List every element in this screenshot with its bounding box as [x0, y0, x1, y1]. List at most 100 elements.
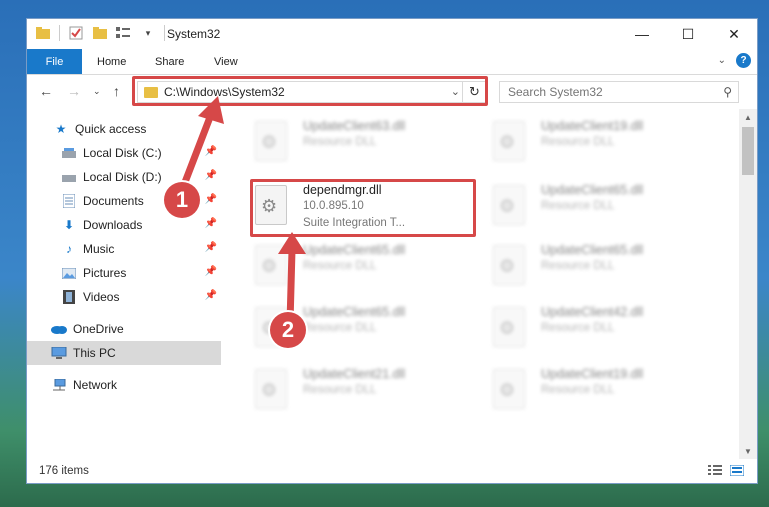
dll-file-icon: ⚙: [255, 121, 287, 161]
cloud-icon: [51, 322, 67, 336]
title-bar: ▾ System32 — ☐ ✕: [27, 19, 757, 49]
search-icon: ⚲: [723, 85, 732, 99]
properties-icon[interactable]: [68, 25, 84, 41]
download-icon: ⬇: [63, 218, 75, 232]
new-folder-icon[interactable]: [92, 25, 108, 41]
step-1-badge: 1: [164, 182, 200, 218]
star-icon: ★: [55, 122, 67, 136]
scroll-thumb[interactable]: [742, 127, 754, 175]
tab-file[interactable]: File: [27, 49, 82, 74]
file-type: Resource DLL: [303, 136, 377, 148]
sidebar-item-pictures[interactable]: Pictures 📌: [27, 261, 221, 285]
tab-view[interactable]: View: [214, 49, 238, 74]
toolbar-divider: [164, 25, 165, 41]
ribbon-tabs: File Home Share View ⌄ ?: [27, 49, 757, 75]
close-button[interactable]: ✕: [711, 19, 757, 49]
list-item[interactable]: ⚙ UpdateClient19.dll Resource DLL: [489, 117, 719, 175]
sidebar-item-label: Local Disk (D:): [83, 170, 162, 184]
recent-locations-icon[interactable]: ⌄: [93, 86, 101, 97]
list-item[interactable]: ⚙ UpdateClient63.dll Resource DLL: [251, 117, 481, 175]
help-icon[interactable]: ?: [736, 53, 751, 68]
customize-toolbar-icon[interactable]: ▾: [140, 25, 156, 41]
videos-icon: [61, 290, 77, 304]
view-toggle: [707, 464, 745, 477]
search-box[interactable]: ⚲: [499, 81, 739, 103]
up-arrow-icon[interactable]: ↑: [113, 83, 120, 99]
back-arrow-icon[interactable]: ←: [39, 83, 53, 99]
toolbar-divider: [59, 25, 60, 41]
sidebar-item-label: Downloads: [83, 218, 143, 232]
music-icon: ♪: [66, 242, 72, 256]
window-title: System32: [167, 27, 221, 41]
details-view-icon[interactable]: [707, 464, 723, 477]
pin-icon[interactable]: 📌: [205, 218, 217, 229]
sidebar-item-label: Local Disk (C:): [83, 146, 162, 160]
step-2-badge: 2: [270, 312, 306, 348]
file-name: UpdateClient42.dll: [541, 305, 644, 319]
sidebar-item-network[interactable]: Network: [27, 373, 221, 397]
documents-icon: [61, 194, 77, 208]
file-name: UpdateClient19.dll: [541, 119, 644, 133]
list-item[interactable]: ⚙ UpdateClient21.dll Resource DLL: [251, 365, 481, 423]
quick-access-toolbar: ▾: [35, 25, 165, 41]
dll-file-icon: ⚙: [493, 369, 525, 409]
list-item[interactable]: ⚙ UpdateClient65.dll Resource DLL: [489, 241, 719, 299]
forward-arrow-icon[interactable]: →: [67, 83, 81, 99]
file-name: UpdateClient65.dll: [541, 243, 644, 257]
view-options-icon[interactable]: [116, 25, 132, 41]
dll-file-icon: ⚙: [493, 121, 525, 161]
drive-icon: [61, 170, 77, 184]
drive-icon: [61, 146, 77, 160]
expand-ribbon-icon[interactable]: ⌄: [718, 55, 726, 66]
ribbon-right-controls: ⌄ ?: [718, 53, 751, 68]
tab-home[interactable]: Home: [97, 49, 126, 74]
file-type: Resource DLL: [303, 384, 377, 396]
computer-icon: [51, 346, 67, 360]
pictures-icon: [61, 266, 77, 280]
search-input[interactable]: [508, 85, 708, 99]
scroll-down-icon[interactable]: ▼: [739, 443, 757, 459]
dll-file-icon: ⚙: [493, 245, 525, 285]
navigation-bar: ← → ⌄ ↑ C:\Windows\System32 ⌄ ↻ ⚲: [27, 75, 757, 109]
list-item[interactable]: ⚙ UpdateClient42.dll Resource DLL: [489, 303, 719, 361]
dll-file-icon: ⚙: [493, 307, 525, 347]
sidebar-item-label: Music: [83, 242, 115, 256]
tiles-view-icon[interactable]: [729, 464, 745, 477]
list-item[interactable]: ⚙ UpdateClient19.dll Resource DLL: [489, 365, 719, 423]
dll-file-icon: ⚙: [255, 369, 287, 409]
vertical-scrollbar[interactable]: ▲ ▼: [739, 109, 757, 459]
sidebar-item-label: Documents: [83, 194, 144, 208]
sidebar-item-label: Pictures: [83, 266, 127, 280]
sidebar-item-this-pc[interactable]: This PC: [27, 341, 221, 365]
dll-file-icon: ⚙: [493, 185, 525, 225]
sidebar-item-label: This PC: [73, 346, 116, 360]
explorer-window: ▾ System32 — ☐ ✕ File Home Share View ⌄ …: [26, 18, 758, 484]
file-name: UpdateClient21.dll: [303, 367, 406, 381]
status-bar: 176 items: [27, 459, 757, 483]
sidebar-item-label: OneDrive: [73, 322, 124, 336]
file-type: Resource DLL: [541, 200, 615, 212]
sidebar-item-label: Network: [73, 378, 118, 392]
tab-share[interactable]: Share: [155, 49, 184, 74]
file-type: Resource DLL: [541, 136, 615, 148]
file-type: Resource DLL: [541, 260, 615, 272]
pin-icon[interactable]: 📌: [205, 242, 217, 253]
file-name: UpdateClient65.dll: [541, 183, 644, 197]
sidebar-item-label: Quick access: [75, 122, 147, 136]
minimize-button[interactable]: —: [619, 19, 665, 49]
file-type: Resource DLL: [541, 384, 615, 396]
sidebar-item-onedrive[interactable]: OneDrive: [27, 317, 221, 341]
scroll-up-icon[interactable]: ▲: [739, 109, 757, 125]
maximize-button[interactable]: ☐: [665, 19, 711, 49]
file-type: Resource DLL: [541, 322, 615, 334]
sidebar-item-downloads[interactable]: ⬇ Downloads 📌: [27, 213, 221, 237]
sidebar-item-label: Videos: [83, 290, 120, 304]
pin-icon[interactable]: 📌: [205, 266, 217, 277]
list-item[interactable]: ⚙ UpdateClient65.dll Resource DLL: [489, 181, 719, 239]
item-count: 176 items: [39, 465, 89, 477]
folder-icon: [35, 25, 51, 41]
sidebar-item-music[interactable]: ♪ Music 📌: [27, 237, 221, 261]
pin-icon[interactable]: 📌: [205, 290, 217, 301]
file-name: UpdateClient19.dll: [541, 367, 644, 381]
sidebar-item-videos[interactable]: Videos 📌: [27, 285, 221, 309]
